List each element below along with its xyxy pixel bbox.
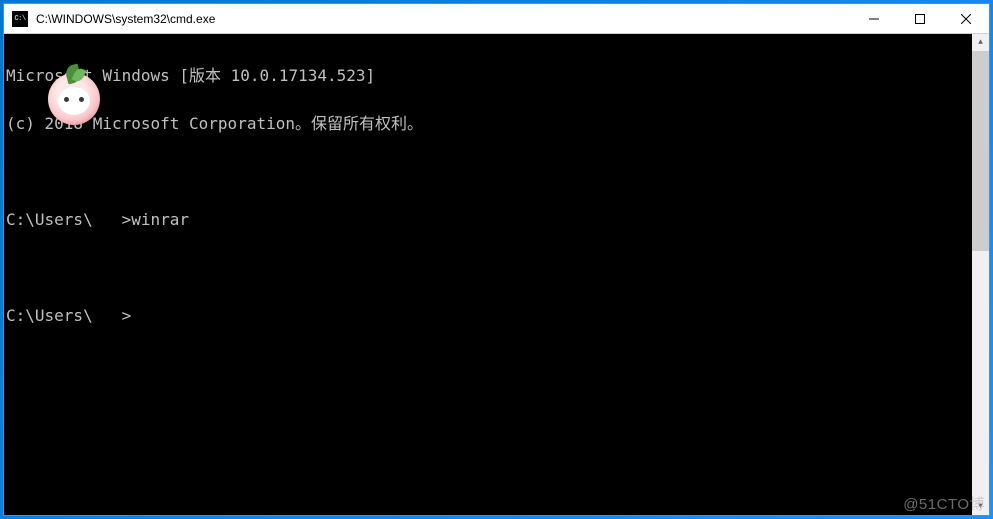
window-controls <box>851 4 989 33</box>
maximize-button[interactable] <box>897 4 943 33</box>
cmd-icon: C:\ <box>12 11 28 27</box>
terminal-line: (c) 2018 Microsoft Corporation。保留所有权利。 <box>6 116 972 132</box>
terminal-container: Microsoft Windows [版本 10.0.17134.523] (c… <box>4 34 989 515</box>
maximize-icon <box>915 14 925 24</box>
terminal-output[interactable]: Microsoft Windows [版本 10.0.17134.523] (c… <box>4 34 972 515</box>
minimize-button[interactable] <box>851 4 897 33</box>
terminal-line: Microsoft Windows [版本 10.0.17134.523] <box>6 68 972 84</box>
scrollbar-thumb[interactable] <box>972 51 989 251</box>
watermark-text: @51CTO博 <box>903 493 985 514</box>
avatar-face-icon <box>58 87 90 115</box>
avatar-overlay-icon <box>48 73 100 125</box>
scrollbar-up-arrow-icon[interactable]: ▲ <box>972 34 989 51</box>
terminal-line: C:\Users\ >winrar <box>6 212 972 228</box>
avatar-hand-icon <box>70 105 80 113</box>
close-button[interactable] <box>943 4 989 33</box>
minimize-icon <box>869 14 879 24</box>
terminal-prompt: C:\Users\ > <box>6 308 972 324</box>
cmd-window: C:\ C:\WINDOWS\system32\cmd.exe Microsof… <box>3 3 990 516</box>
terminal-line <box>6 164 972 180</box>
vertical-scrollbar[interactable]: ▲ ▼ <box>972 34 989 515</box>
titlebar[interactable]: C:\ C:\WINDOWS\system32\cmd.exe <box>4 4 989 34</box>
close-icon <box>961 14 971 24</box>
avatar-eye-icon <box>79 97 84 102</box>
window-title: C:\WINDOWS\system32\cmd.exe <box>36 12 851 26</box>
avatar-eye-icon <box>64 97 69 102</box>
terminal-line <box>6 260 972 276</box>
